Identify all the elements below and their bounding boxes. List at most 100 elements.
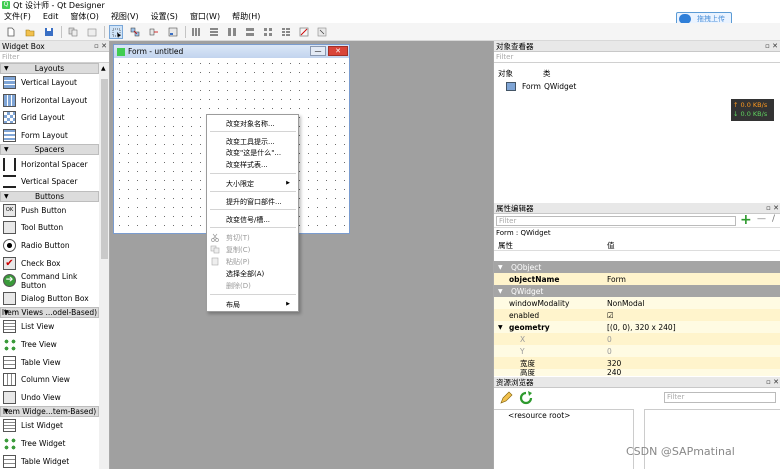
resource-filter-input[interactable]: Filter [664,392,776,403]
save-button[interactable] [42,25,56,39]
widget-horizontal-layout[interactable]: Horizontal Layout [0,92,99,110]
object-row-form[interactable]: Form QWidget [506,81,576,91]
adjust-size-button[interactable] [315,25,329,39]
reload-icon[interactable] [519,391,533,405]
dock-float-close-icon[interactable]: ▫ ✕ [766,378,779,386]
menu-size-constraints[interactable]: 大小限定 [226,179,254,189]
category-layouts[interactable]: ▼ Layouts [0,63,99,74]
configure-icon[interactable]: / [772,214,775,224]
menu-change-stylesheet[interactable]: 改变样式表... [226,160,268,170]
edit-buddies-button[interactable] [147,25,161,39]
dock-float-close-icon[interactable]: ▫ ✕ [766,204,779,212]
dock-float-close-icon[interactable]: ▫ ✕ [765,42,778,50]
form-minimize-button[interactable]: — [310,46,326,56]
widget-horizontal-spacer[interactable]: Horizontal Spacer [0,155,99,173]
widget-tool-button[interactable]: Tool Button [0,219,99,237]
menu-delete[interactable]: 删除(D) [226,281,251,291]
paste-toolbar-button[interactable] [85,25,99,39]
widget-table-view[interactable]: Table View [0,353,99,371]
lay-out-vertically-button[interactable] [207,25,221,39]
category-spacers[interactable]: ▼ Spacers [0,144,99,156]
group-qwidget[interactable]: ▼ QWidget [494,285,780,297]
category-item-views[interactable]: ▼ Item Views ...odel-Based) [0,307,99,319]
edit-widgets-button[interactable] [109,25,123,39]
property-width[interactable]: 宽度 320 [494,357,780,369]
property-height[interactable]: 高度 240 [494,369,780,376]
property-x[interactable]: X0 [494,333,780,345]
widget-grid-layout[interactable]: Grid Layout [0,109,99,127]
menu-settings[interactable]: 设置(S) [145,11,184,22]
property-window-modality[interactable]: windowModality NonModal [494,297,780,309]
dock-float-close-icon[interactable]: ▫ ✕ [94,42,107,50]
new-file-button[interactable] [4,25,18,39]
scissors-icon [211,233,219,242]
scrollbar-thumb[interactable] [101,79,108,259]
menu-select-all[interactable]: 选择全部(A) [226,269,264,279]
menu-cut[interactable]: 剪切(T) [226,233,250,243]
column-value[interactable]: 值 [607,240,615,251]
category-item-widgets[interactable]: ▼ Item Widge...tem-Based) [0,406,99,418]
enabled-checkbox[interactable]: ☑ [607,311,614,320]
splitter-horizontal-button[interactable] [225,25,239,39]
property-filter-input[interactable]: Filter [496,216,736,226]
edit-signals-button[interactable] [128,25,142,39]
tab-order-icon [168,27,178,37]
menu-change-whatsthis[interactable]: 改变"这是什么"... [226,148,281,158]
open-file-button[interactable] [23,25,37,39]
widget-check-box[interactable]: ✔ Check Box [0,254,99,272]
resource-root-item[interactable]: <resource root> [508,411,570,420]
widget-radio-button[interactable]: Radio Button [0,237,99,255]
property-geometry[interactable]: ▼ geometry [(0, 0), 320 x 240] [494,321,780,333]
menu-promote-to[interactable]: 提升的窗口部件... [226,197,282,207]
column-property[interactable]: 属性 [498,240,513,251]
widget-push-button[interactable]: OK Push Button [0,202,99,220]
property-y[interactable]: Y0 [494,345,780,357]
pencil-edit-icon[interactable] [499,391,513,405]
menu-help[interactable]: 帮助(H) [226,11,266,22]
add-property-button[interactable]: + [740,212,752,228]
widget-list-widget[interactable]: List Widget [0,417,99,435]
property-object-name[interactable]: objectName Form [494,273,780,285]
widget-list-view[interactable]: List View [0,318,99,336]
form-close-button[interactable]: ✕ [328,46,348,56]
menu-view[interactable]: 视图(V) [105,11,145,22]
copy-toolbar-button[interactable] [66,25,80,39]
widget-dialog-button-box[interactable]: Dialog Button Box [0,290,99,308]
widget-tree-view[interactable]: Tree View [0,336,99,354]
menu-paste[interactable]: 粘贴(P) [226,257,250,267]
edit-tab-order-button[interactable] [166,25,180,39]
splitter-vertical-button[interactable] [243,25,257,39]
toolbar [0,23,780,41]
widget-command-link-button[interactable]: ➔ Command Link Button [0,272,99,290]
form-layout-button[interactable] [279,25,293,39]
menu-edit[interactable]: Edit [37,12,65,21]
menu-file[interactable]: 文件(F) [0,11,37,22]
menu-change-tooltip[interactable]: 改变工具提示... [226,137,275,147]
menu-window[interactable]: 窗口(W) [184,11,226,22]
property-enabled[interactable]: enabled ☑ [494,309,780,321]
widget-undo-view[interactable]: Undo View [0,389,99,407]
group-qobject[interactable]: ▼ QObject [494,261,780,273]
remove-property-button[interactable]: — [757,214,766,224]
menu-copy[interactable]: 复制(C) [226,245,250,255]
column-class[interactable]: 类 [543,68,551,79]
lay-out-horizontally-button[interactable] [189,25,203,39]
object-inspector-filter-input[interactable]: Filter [494,52,780,63]
widget-vertical-layout[interactable]: Vertical Layout [0,74,99,92]
scroll-up-icon[interactable]: ▲ [101,65,106,72]
menu-change-object-name[interactable]: 改变对象名称... [226,119,275,129]
widget-form-layout[interactable]: Form Layout [0,127,99,145]
column-object[interactable]: 对象 [498,68,513,79]
widget-table-widget[interactable]: Table Widget [0,452,99,469]
widget-column-view[interactable]: Column View [0,371,99,389]
break-layout-button[interactable] [297,25,311,39]
widget-tree-widget[interactable]: Tree Widget [0,435,99,453]
widget-vertical-spacer[interactable]: Vertical Spacer [0,173,99,191]
menu-change-signals-slots[interactable]: 改变信号/槽... [226,215,270,225]
widget-box-scrollbar[interactable]: ▲ [99,63,109,469]
menu-layout[interactable]: 布局 [226,300,240,310]
widget-box-filter-input[interactable]: Filter [0,52,109,63]
menu-form[interactable]: 窗体(O) [64,11,105,22]
grid-layout-button[interactable] [261,25,275,39]
category-buttons[interactable]: ▼ Buttons [0,190,99,202]
